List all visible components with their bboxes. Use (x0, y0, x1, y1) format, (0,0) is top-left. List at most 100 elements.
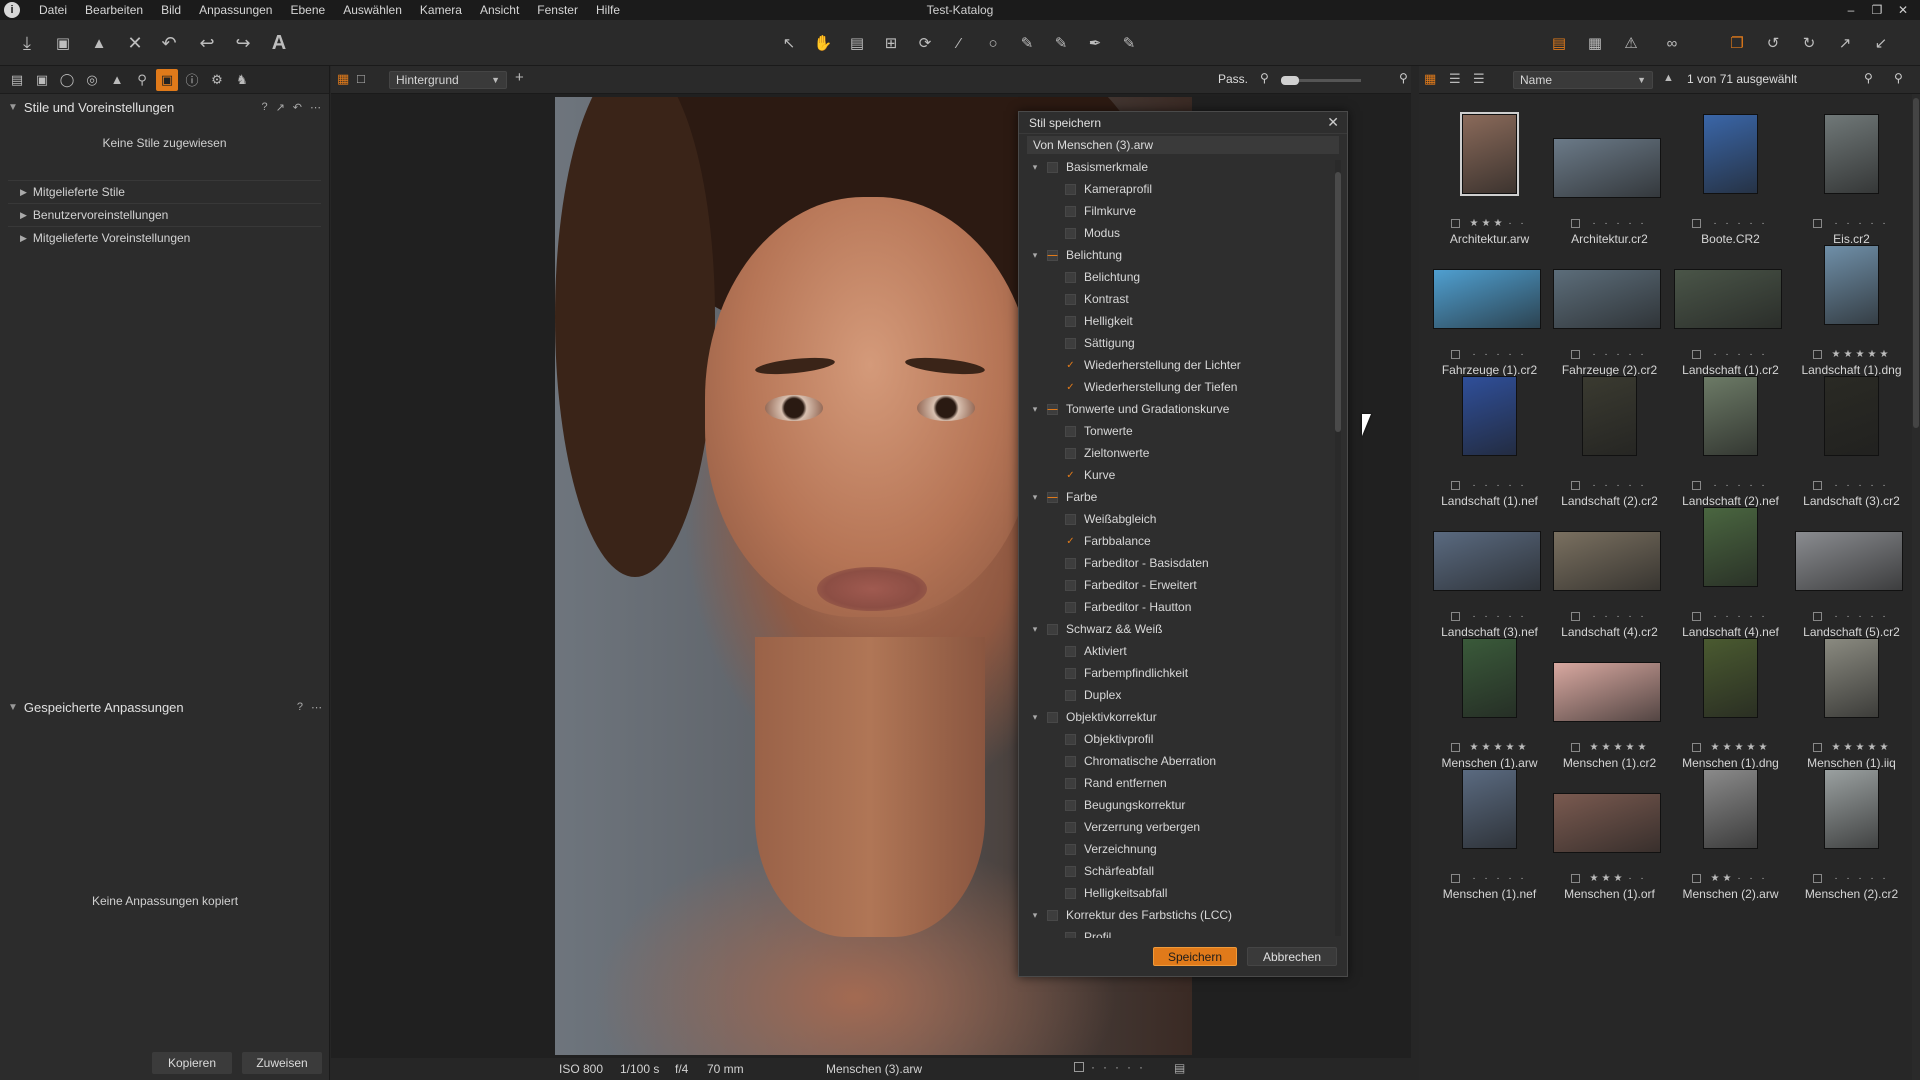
star-empty-icon[interactable]: · (1842, 873, 1854, 884)
option-checkbox[interactable] (1065, 315, 1076, 327)
option-checkbox[interactable] (1065, 271, 1076, 283)
option-checkbox[interactable] (1065, 557, 1076, 569)
option-checkbox[interactable] (1065, 579, 1076, 591)
option-checkbox[interactable] (1065, 887, 1076, 899)
browser-scrollbar[interactable] (1912, 94, 1920, 1080)
undo-icon[interactable]: ↩ (194, 30, 220, 56)
option-checkbox[interactable] (1065, 733, 1076, 745)
thumbnail-rating[interactable]: ★ ★ · · · (1670, 873, 1791, 884)
exposure-warning-icon[interactable]: ▤ (1546, 30, 1572, 56)
keystone-icon[interactable]: ⁄ (946, 30, 972, 56)
eraser-icon[interactable]: ✎ (1116, 30, 1142, 56)
style-option-row[interactable]: Beugungskorrektur (1025, 794, 1341, 816)
menu-item-3[interactable]: Anpassungen (190, 0, 281, 20)
style-option-row[interactable]: ✓ Farbbalance (1025, 530, 1341, 552)
select-checkbox[interactable] (1692, 874, 1701, 883)
menu-item-9[interactable]: Hilfe (587, 0, 629, 20)
filter-icon[interactable]: ⚲ (1864, 71, 1873, 85)
select-checkbox[interactable] (1074, 1062, 1084, 1072)
star-empty-icon[interactable]: · (1492, 873, 1504, 884)
loupe-icon[interactable]: ▤ (844, 30, 870, 56)
star-empty-icon[interactable]: · (1745, 873, 1757, 884)
proof-glasses-icon[interactable]: ∞ (1654, 30, 1690, 56)
reset-style-icon[interactable]: ↶ (293, 101, 302, 114)
thumbnail-image[interactable] (1553, 531, 1661, 591)
style-option-row[interactable]: Sättigung (1025, 332, 1341, 354)
save-button[interactable]: Speichern (1153, 947, 1237, 966)
detail-view-icon[interactable]: ☰ (1473, 71, 1485, 87)
chevron-down-icon[interactable]: ▾ (1029, 162, 1041, 173)
rotate-left-icon[interactable]: ↺ (1760, 30, 1786, 56)
thumbnail-image[interactable] (1795, 531, 1903, 591)
select-checkbox[interactable] (1571, 874, 1580, 883)
thumbnail-cell[interactable]: ★ ★ ★ · · Menschen (1).orf (1549, 749, 1670, 910)
option-checkbox[interactable] (1065, 183, 1076, 195)
single-view-icon[interactable]: □ (357, 71, 365, 86)
style-option-row[interactable]: Farbeditor - Hautton (1025, 596, 1341, 618)
style-option-row[interactable]: Verzeichnung (1025, 838, 1341, 860)
option-checkbox[interactable]: ✓ (1065, 470, 1076, 481)
style-group-row[interactable]: ▾ Korrektur des Farbstichs (LCC) (1025, 904, 1341, 926)
list-view-icon[interactable]: ☰ (1449, 71, 1461, 87)
thumbnail-image[interactable] (1433, 531, 1541, 591)
brush-icon[interactable]: ✎ (1014, 30, 1040, 56)
text-tool-icon[interactable]: A (266, 30, 292, 56)
zoom-slider-handle[interactable] (1281, 76, 1299, 85)
batch-tab-icon[interactable]: ♞ (231, 69, 253, 91)
apply-button[interactable]: Zuweisen (242, 1052, 322, 1074)
star-filled-icon[interactable]: ★ (1721, 873, 1733, 884)
copy-button[interactable]: Kopieren (152, 1052, 232, 1074)
app-logo-icon[interactable]: i (4, 2, 20, 18)
star-empty-icon[interactable]: · (1636, 873, 1648, 884)
star-empty-icon[interactable]: · (1854, 873, 1866, 884)
menu-item-7[interactable]: Ansicht (471, 0, 528, 20)
style-option-row[interactable]: Schärfeabfall (1025, 860, 1341, 882)
style-group-row[interactable]: ▾ — Tonwerte und Gradationskurve (1025, 398, 1341, 420)
help-icon[interactable]: ? (261, 101, 267, 113)
style-option-row[interactable]: Helligkeit (1025, 310, 1341, 332)
redo-icon[interactable]: ↪ (230, 30, 256, 56)
thumbnail-image[interactable] (1824, 769, 1879, 849)
option-checkbox[interactable] (1065, 843, 1076, 855)
thumbnail-image[interactable] (1553, 662, 1661, 722)
zoom-in-icon[interactable]: ⚲ (1399, 71, 1408, 85)
option-checkbox[interactable] (1065, 447, 1076, 459)
select-checkbox[interactable] (1451, 874, 1460, 883)
style-group-row[interactable]: ▾ — Farbe (1025, 486, 1341, 508)
option-checkbox[interactable] (1065, 227, 1076, 239)
style-option-row[interactable]: ✓ Wiederherstellung der Lichter (1025, 354, 1341, 376)
star-empty-icon[interactable]: · (1878, 873, 1890, 884)
reset-icon[interactable]: ↶ (156, 30, 182, 56)
adjustments-tab-icon[interactable]: ▣ (156, 68, 178, 91)
sort-select[interactable]: Name ▼ (1513, 71, 1653, 89)
option-checkbox[interactable]: ✓ (1065, 360, 1076, 371)
camera-icon[interactable]: ▣ (50, 30, 76, 56)
menu-item-1[interactable]: Bearbeiten (76, 0, 152, 20)
scrollbar-thumb[interactable] (1335, 172, 1341, 432)
import-icon[interactable]: ⤓ (14, 30, 40, 56)
style-option-row[interactable]: Duplex (1025, 684, 1341, 706)
style-option-row[interactable]: Verzerrung verbergen (1025, 816, 1341, 838)
star-empty-icon[interactable]: · (1480, 873, 1492, 884)
thumbnail-image[interactable] (1824, 114, 1879, 194)
style-option-row[interactable]: Farbeditor - Erweitert (1025, 574, 1341, 596)
option-checkbox[interactable] (1065, 293, 1076, 305)
rotate-right-icon[interactable]: ↻ (1796, 30, 1822, 56)
thumbnail-rating[interactable]: · · · · · (1429, 873, 1550, 884)
thumbnail-rating[interactable]: · · · · · (1791, 873, 1912, 884)
thumbnail-image[interactable] (1703, 376, 1758, 456)
option-checkbox[interactable] (1065, 931, 1076, 938)
star-filled-icon[interactable]: ★ (1600, 873, 1612, 884)
style-group-row[interactable]: ▾ Objektivkorrektur (1025, 706, 1341, 728)
option-checkbox[interactable] (1065, 755, 1076, 767)
option-checkbox[interactable]: ✓ (1065, 382, 1076, 393)
style-option-row[interactable]: Modus (1025, 222, 1341, 244)
styles-tree-item[interactable]: ▶ Mitgelieferte Voreinstellungen (8, 226, 321, 249)
option-checkbox[interactable] (1065, 777, 1076, 789)
thumbnail-cell[interactable]: · · · · · Menschen (2).cr2 (1791, 749, 1912, 910)
thumbnail-cell[interactable]: ★ ★ · · · Menschen (2).arw (1670, 749, 1791, 910)
thumbnail-image[interactable] (1553, 793, 1661, 853)
close-window-icon[interactable]: ✕ (1890, 3, 1916, 17)
thumbnail-image[interactable] (1703, 114, 1758, 194)
star-empty-icon[interactable]: · (1468, 873, 1480, 884)
